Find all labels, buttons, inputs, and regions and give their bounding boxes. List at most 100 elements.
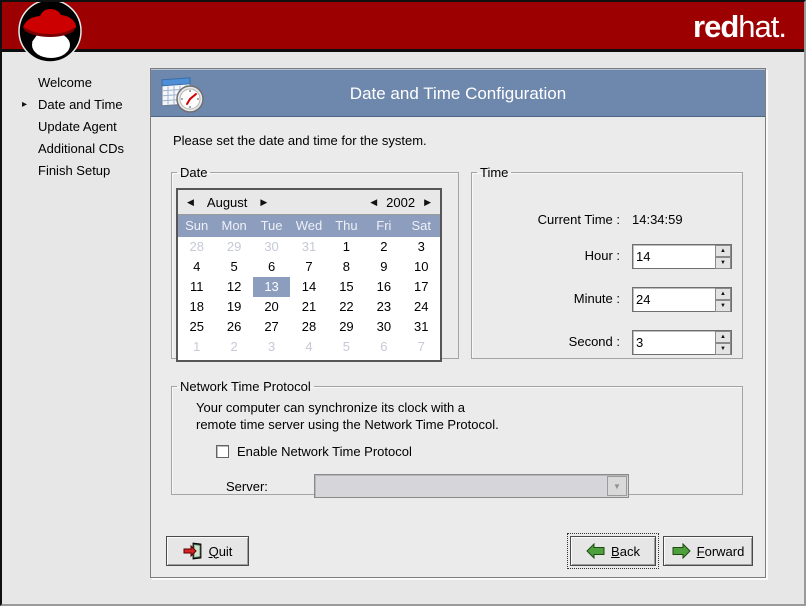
minute-input[interactable]	[636, 288, 708, 311]
main-panel: Date and Time Configuration Please set t…	[150, 68, 766, 578]
second-label: Second :	[569, 334, 620, 349]
calendar-day[interactable]: 7	[403, 337, 440, 357]
minute-spin-down-icon[interactable]: ▼	[715, 300, 731, 312]
forward-button[interactable]: Forward	[663, 536, 753, 566]
calendar-day[interactable]: 29	[328, 317, 365, 337]
calendar-day[interactable]: 16	[365, 277, 402, 297]
calendar-day[interactable]: 17	[403, 277, 440, 297]
calendar-day[interactable]: 19	[215, 297, 252, 317]
setup-window: redhat. Welcome ▸Date and Time Update Ag…	[0, 0, 806, 606]
calendar-day[interactable]: 26	[215, 317, 252, 337]
sidebar-item-welcome[interactable]: Welcome	[2, 72, 150, 94]
ntp-description-line1: Your computer can synchronize its clock …	[196, 400, 465, 415]
brand-bold-text: red	[693, 9, 738, 44]
month-next-icon[interactable]: ▶	[257, 197, 270, 208]
calendar-day[interactable]: 28	[178, 237, 215, 257]
calendar-day[interactable]: 25	[178, 317, 215, 337]
hour-spin-up-icon[interactable]: ▲	[715, 245, 731, 257]
calendar-day[interactable]: 11	[178, 277, 215, 297]
calendar-day[interactable]: 24	[403, 297, 440, 317]
second-spin-up-icon[interactable]: ▲	[715, 331, 731, 343]
month-prev-icon[interactable]: ◀	[184, 197, 197, 208]
back-button[interactable]: Back	[570, 536, 656, 566]
second-spinner: ▲▼	[632, 330, 732, 355]
calendar-day[interactable]: 22	[328, 297, 365, 317]
calendar-day[interactable]: 2	[215, 337, 252, 357]
calendar-day[interactable]: 5	[328, 337, 365, 357]
arrow-left-icon	[586, 543, 605, 559]
calendar-day[interactable]: 8	[328, 257, 365, 277]
calendar-day[interactable]: 5	[215, 257, 252, 277]
sidebar-item-update-agent[interactable]: Update Agent	[2, 116, 150, 138]
redhat-logo-icon	[18, 0, 82, 65]
second-spin-down-icon[interactable]: ▼	[715, 343, 731, 355]
calendar-day[interactable]: 10	[403, 257, 440, 277]
server-dropdown-button[interactable]: ▼	[607, 476, 627, 496]
quit-button-label: Quit	[209, 544, 233, 559]
ntp-section: Network Time Protocol Your computer can …	[171, 379, 743, 495]
calendar-day[interactable]: 4	[178, 257, 215, 277]
calendar-day[interactable]: 27	[253, 317, 290, 337]
calendar-day[interactable]: 12	[215, 277, 252, 297]
year-prev-icon[interactable]: ◀	[367, 197, 380, 208]
minute-label: Minute :	[574, 291, 620, 306]
calendar-day[interactable]: 7	[290, 257, 327, 277]
day-of-week-header: Mon	[215, 215, 252, 237]
day-of-week-header: Sat	[403, 215, 440, 237]
server-combobox[interactable]: ▼	[314, 474, 629, 498]
calendar-day[interactable]: 6	[253, 257, 290, 277]
back-button-label: Back	[611, 544, 640, 559]
sidebar: Welcome ▸Date and Time Update Agent Addi…	[2, 72, 150, 182]
ntp-enable-row: Enable Network Time Protocol	[216, 444, 412, 459]
day-of-week-header: Sun	[178, 215, 215, 237]
day-of-week-header: Thu	[328, 215, 365, 237]
calendar-day[interactable]: 3	[253, 337, 290, 357]
calendar-day[interactable]: 1	[178, 337, 215, 357]
calendar-day[interactable]: 6	[365, 337, 402, 357]
hour-input[interactable]	[636, 245, 708, 268]
day-of-week-header: Tue	[253, 215, 290, 237]
sidebar-item-finish-setup[interactable]: Finish Setup	[2, 160, 150, 182]
calendar-day[interactable]: 30	[365, 317, 402, 337]
calendar-day[interactable]: 4	[290, 337, 327, 357]
arrow-right-icon	[672, 543, 691, 559]
minute-spin-up-icon[interactable]: ▲	[715, 288, 731, 300]
calendar-day[interactable]: 21	[290, 297, 327, 317]
calendar-day[interactable]: 18	[178, 297, 215, 317]
hour-spin-down-icon[interactable]: ▼	[715, 257, 731, 269]
calendar-header: ◀ August ▶ ◀ 2002 ▶	[178, 190, 440, 215]
calendar-day[interactable]: 14	[290, 277, 327, 297]
year-next-icon[interactable]: ▶	[421, 197, 434, 208]
date-section: Date ◀ August ▶ ◀ 2002 ▶ SunMonTueWedThu…	[171, 165, 459, 359]
calendar-day[interactable]: 30	[253, 237, 290, 257]
calendar-day[interactable]: 23	[365, 297, 402, 317]
sidebar-item-additional-cds[interactable]: Additional CDs	[2, 138, 150, 160]
ntp-checkbox-label: Enable Network Time Protocol	[237, 444, 412, 459]
intro-text: Please set the date and time for the sys…	[173, 133, 427, 148]
calendar-day[interactable]: 9	[365, 257, 402, 277]
calendar-day[interactable]: 2	[365, 237, 402, 257]
calendar-day[interactable]: 1	[328, 237, 365, 257]
chevron-down-icon: ▼	[613, 482, 621, 491]
calendar-day[interactable]: 31	[290, 237, 327, 257]
calendar-day[interactable]: 20	[253, 297, 290, 317]
ntp-checkbox[interactable]	[216, 445, 229, 458]
calendar-day[interactable]: 15	[328, 277, 365, 297]
brand-rest-text: hat.	[738, 9, 786, 44]
redhat-wordmark: redhat.	[693, 9, 786, 45]
sidebar-item-label: Finish Setup	[38, 163, 110, 178]
current-time-label: Current Time :	[538, 212, 620, 227]
redhat-banner: redhat.	[2, 2, 804, 52]
sidebar-item-date-and-time[interactable]: ▸Date and Time	[2, 94, 150, 116]
calendar-day-selected[interactable]: 13	[253, 277, 290, 297]
hour-label: Hour :	[585, 248, 620, 263]
page-title: Date and Time Configuration	[151, 70, 765, 118]
calendar-day[interactable]: 31	[403, 317, 440, 337]
quit-button[interactable]: Quit	[166, 536, 249, 566]
day-of-week-header: Wed	[290, 215, 327, 237]
time-section: Time Current Time : 14:34:59 Hour : ▲▼ M…	[471, 165, 743, 359]
calendar-day[interactable]: 28	[290, 317, 327, 337]
calendar-day[interactable]: 29	[215, 237, 252, 257]
calendar-day[interactable]: 3	[403, 237, 440, 257]
second-input[interactable]	[636, 331, 708, 354]
